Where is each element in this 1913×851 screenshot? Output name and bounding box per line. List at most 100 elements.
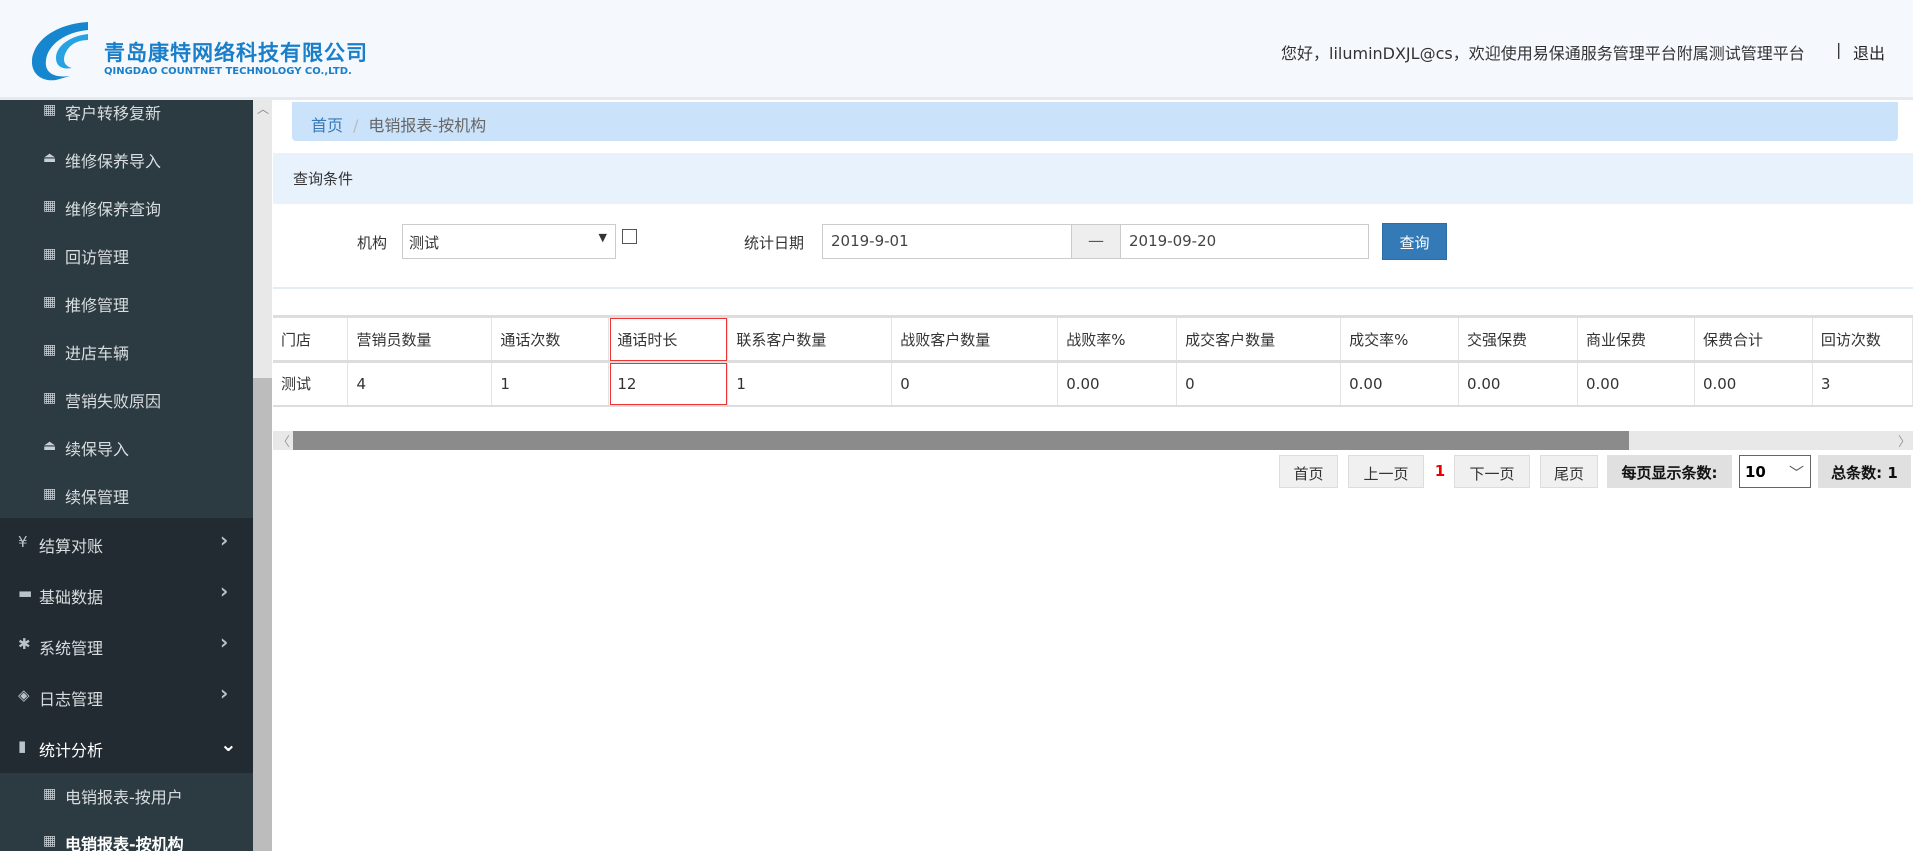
column-header[interactable]: 门店	[273, 316, 349, 362]
column-header[interactable]: 保费合计	[1694, 316, 1813, 362]
column-header[interactable]: 通话时长	[608, 316, 729, 362]
grid-icon: ▦	[43, 102, 57, 118]
org-label: 机构	[357, 234, 388, 252]
query-title: 查询条件	[273, 153, 1913, 204]
horizontal-scrollbar[interactable]: 〈 〉	[273, 431, 1913, 450]
horizontal-scroll-thumb[interactable]	[293, 431, 1629, 450]
table-cell: 0.00	[1340, 361, 1460, 406]
sidebar-item[interactable]: ▦ 维修保养查询	[0, 183, 253, 231]
column-header[interactable]: 联系客户数量	[727, 316, 893, 362]
tags-icon: ◈	[18, 686, 30, 704]
sidebar-item[interactable]: ▦ 营销失败原因	[0, 375, 253, 423]
per-page-select[interactable]: 10 ﹀	[1739, 455, 1811, 488]
last-page-button[interactable]: 尾页	[1540, 455, 1598, 488]
prev-page-button[interactable]: 上一页	[1348, 455, 1424, 488]
logout-link[interactable]: 退出	[1853, 40, 1885, 64]
welcome-text: 您好，liluminDXJL@cs，欢迎使用易保通服务管理平台附属测试管理平台	[1281, 44, 1805, 63]
grid-icon: ▦	[43, 294, 57, 310]
first-page-button[interactable]: 首页	[1279, 455, 1338, 488]
sidebar-item[interactable]: ▦ 进店车辆	[0, 327, 253, 375]
table-body: 测试 4 1 12 1 0 0.00 0 0.00 0.00 0.00 0.00 3	[273, 361, 1913, 406]
total-count: 总条数: 1	[1818, 455, 1911, 488]
sidebar-item-label: 营销失败原因	[65, 392, 162, 411]
table-cell: 0.00	[1057, 361, 1178, 406]
sidebar-item[interactable]: ▦ 续保管理	[0, 471, 253, 519]
current-page: 1	[1434, 462, 1446, 480]
column-header[interactable]: 通话次数	[491, 316, 610, 362]
sidebar-item[interactable]: ▦ 回访管理	[0, 231, 253, 279]
date-from-input[interactable]: 2019-9-01	[822, 224, 1072, 259]
sidebar-item[interactable]: ▦ 客户转移复新	[0, 100, 253, 135]
table-cell: 12	[608, 361, 729, 406]
sidebar-scroll-thumb[interactable]	[253, 378, 272, 851]
per-page-value: 10	[1745, 463, 1766, 481]
breadcrumb-separator: /	[353, 116, 359, 135]
sidebar-item[interactable]: ⏏ 维修保养导入	[0, 135, 253, 183]
chevron-right-icon: ›	[220, 681, 229, 705]
scroll-up-icon[interactable]: ︿	[257, 100, 269, 117]
org-select[interactable]: 测试 ▼	[402, 224, 616, 259]
date-to-input[interactable]: 2019-09-20	[1120, 224, 1369, 259]
sidebar-item[interactable]: ▦ 推修管理	[0, 279, 253, 327]
column-header[interactable]: 成交率%	[1340, 316, 1460, 362]
table-cell: 3	[1812, 361, 1913, 406]
sidebar-item[interactable]: ⏏ 续保导入	[0, 423, 253, 471]
per-page-label: 每页显示条数:	[1607, 455, 1732, 488]
table-cell: 0.00	[1458, 361, 1578, 406]
scroll-left-icon[interactable]: 〈	[277, 431, 290, 450]
chevron-right-icon: ›	[220, 528, 229, 552]
sidebar-item-label: 进店车辆	[65, 344, 130, 363]
sidebar-item-label: 回访管理	[65, 248, 130, 267]
column-header[interactable]: 成交客户数量	[1176, 316, 1342, 362]
query-panel: 查询条件 机构 测试 ▼ 统计日期 2019-9-01 — 2019-09-20 …	[273, 153, 1913, 289]
table-cell: 0	[891, 361, 1059, 406]
table-cell: 1	[727, 361, 893, 406]
sidebar-group-label: 系统管理	[39, 639, 104, 658]
next-page-button[interactable]: 下一页	[1454, 455, 1530, 488]
breadcrumb-current: 电销报表-按机构	[368, 116, 487, 135]
table-cell: 0.00	[1694, 361, 1813, 406]
sidebar: ▦ 客户转移复新 ⏏ 维修保养导入 ▦ 维修保养查询 ▦ 回访管理 ▦ 推修管理 ▦ 进店车辆 ▦ 营销失…	[0, 100, 253, 851]
org-select-value: 测试	[409, 234, 440, 252]
app-header: 青岛康特网络科技有限公司 QINGDAO COUNTNET TECHNOLOGY…	[0, 0, 1913, 100]
column-header[interactable]: 营销员数量	[347, 316, 493, 362]
main-content: 首页 / 电销报表-按机构 查询条件 机构 测试 ▼ 统计日期 2019-9-01 —…	[272, 100, 1913, 851]
sidebar-item-label: 电销报表-按机构	[65, 835, 184, 851]
sidebar-group[interactable]: ▬ 基础数据 ›	[0, 569, 253, 620]
grid-icon: ▦	[43, 486, 57, 502]
company-logo	[31, 22, 88, 81]
column-header[interactable]: 战败客户数量	[891, 316, 1059, 362]
sidebar-item[interactable]: ▦ 电销报表-按用户	[0, 771, 253, 819]
bar-chart-icon: ▮	[18, 737, 27, 755]
column-header[interactable]: 商业保费	[1577, 316, 1695, 362]
import-icon: ⏏	[43, 438, 57, 454]
sidebar-group-label: 统计分析	[39, 741, 104, 760]
yen-icon: ¥	[18, 533, 28, 551]
sidebar-item-label: 推修管理	[65, 296, 130, 315]
org-checkbox[interactable]	[622, 229, 637, 244]
scroll-right-icon[interactable]: 〉	[1898, 431, 1911, 450]
sidebar-item[interactable]: ▦ 电销报表-按机构	[0, 818, 253, 851]
column-header[interactable]: 回访次数	[1812, 316, 1913, 362]
sidebar-group[interactable]: ▮ 统计分析 ⌄	[0, 722, 253, 773]
grid-icon: ▦	[43, 198, 57, 214]
table-cell: 0.00	[1577, 361, 1695, 406]
sidebar-item-label: 客户转移复新	[65, 104, 162, 123]
search-button[interactable]: 查询	[1382, 223, 1447, 260]
chevron-right-icon: ›	[220, 579, 229, 603]
table-cell: 4	[347, 361, 493, 406]
chevron-down-icon: ⌄	[220, 732, 237, 756]
sidebar-item-label: 续保导入	[65, 440, 130, 459]
import-icon: ⏏	[43, 150, 57, 166]
sidebar-group[interactable]: ✱ 系统管理 ›	[0, 620, 253, 671]
sidebar-group-label: 基础数据	[39, 588, 104, 607]
sidebar-group[interactable]: ¥ 结算对账 ›	[0, 518, 253, 569]
breadcrumb-home[interactable]: 首页	[311, 116, 343, 135]
sidebar-item-label: 维修保养导入	[65, 152, 162, 171]
sidebar-scrollbar[interactable]: ︿	[253, 100, 272, 851]
column-header[interactable]: 战败率%	[1057, 316, 1178, 362]
chevron-right-icon: ›	[220, 630, 229, 654]
sidebar-item-label: 电销报表-按用户	[65, 788, 183, 807]
column-header[interactable]: 交强保费	[1458, 316, 1578, 362]
sidebar-group[interactable]: ◈ 日志管理 ›	[0, 671, 253, 722]
